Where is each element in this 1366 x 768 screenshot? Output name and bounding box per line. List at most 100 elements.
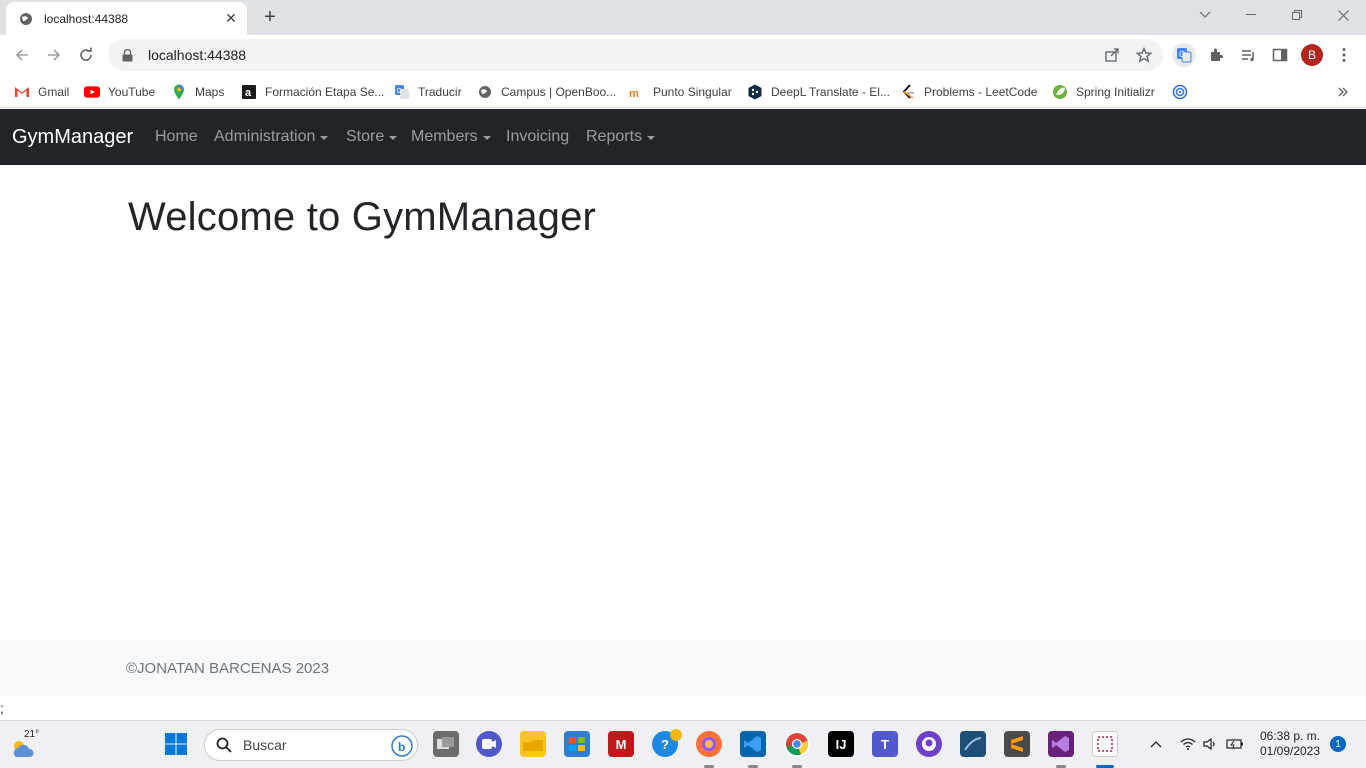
svg-text:b: b [398,740,405,754]
nav-home[interactable]: Home [155,128,198,146]
caret-down-icon [320,136,329,140]
nav-members[interactable]: Members [411,128,491,146]
vscode-icon[interactable] [740,731,766,757]
leetcode-icon [900,84,916,100]
close-window-icon[interactable] [1320,0,1366,30]
bookmark-star-icon[interactable] [1132,43,1156,67]
globe-icon [18,11,34,27]
browser-toolbar: localhost:44388 G [0,35,1366,75]
page-footer: ©JONATAN BARCENAS 2023 [0,640,1366,696]
nav-invoicing[interactable]: Invoicing [506,128,569,146]
puntosingular-icon: m [629,84,645,100]
lock-icon [120,48,134,62]
teams-icon[interactable]: T [872,731,898,757]
new-tab-button[interactable]: + [259,6,281,28]
notification-dot [670,729,682,741]
system-clock[interactable]: 06:38 p. m. 01/09/2023 [1255,729,1325,759]
bookmark-gmail[interactable]: Gmail [14,82,69,102]
google-translate-extension-icon[interactable]: G [1172,43,1196,67]
start-icon[interactable] [163,731,189,757]
bookmark-formacion[interactable]: a Formación Etapa Se... [241,82,384,102]
task-view-icon[interactable] [433,731,459,757]
main-content: Welcome to GymManager [0,165,1366,640]
globe-icon [477,84,493,100]
svg-text:a: a [245,87,252,99]
visual-studio-icon[interactable] [1048,731,1074,757]
chrome-icon[interactable] [784,731,810,757]
mysql-workbench-icon[interactable] [960,731,986,757]
svg-text:G: G [397,88,402,95]
app-navbar: GymManager Home Administration Store Mem… [0,109,1366,165]
close-tab-icon[interactable]: ✕ [223,10,239,27]
restore-icon[interactable] [1274,0,1320,30]
translate-icon: G [394,84,410,100]
tab-search-icon[interactable] [1182,0,1228,30]
svg-text:m: m [629,88,639,98]
firefox-icon[interactable] [696,731,722,757]
maps-icon [171,84,187,100]
academy-icon: a [241,84,257,100]
windows-taskbar: 21° Buscar b M ? IJ T 06:38 p. m. 01/09/… [0,720,1366,768]
svg-text:G: G [1179,50,1185,59]
gmail-icon [14,84,30,100]
sublime-text-icon[interactable] [1004,731,1030,757]
reload-icon[interactable] [74,43,98,67]
caret-down-icon [389,136,398,140]
extensions-puzzle-icon[interactable] [1204,43,1228,67]
intellij-icon[interactable]: IJ [828,731,854,757]
bookmark-punto-singular[interactable]: m Punto Singular [629,82,732,102]
profile-avatar[interactable]: B [1301,44,1323,66]
nav-administration[interactable]: Administration [214,128,329,146]
search-placeholder: Buscar [243,737,287,753]
deepl-icon [747,84,763,100]
bookmark-leetcode[interactable]: Problems - LeetCode [900,82,1037,102]
spring-icon [1052,84,1068,100]
store-icon[interactable] [564,731,590,757]
bookmark-target[interactable] [1172,82,1196,102]
wifi-icon[interactable] [1179,735,1197,753]
browser-tab[interactable]: localhost:44388 ✕ [6,2,247,35]
bookmark-campus[interactable]: Campus | OpenBoo... [477,82,616,102]
github-desktop-icon[interactable] [916,731,942,757]
volume-icon[interactable] [1202,735,1220,753]
file-explorer-icon[interactable] [520,731,546,757]
stray-text: ; [0,700,4,716]
search-icon [215,736,233,754]
address-text: localhost:44388 [148,47,247,63]
weather-temp: 21° [24,729,40,740]
media-queue-icon[interactable] [1236,43,1260,67]
bookmark-maps[interactable]: Maps [171,82,224,102]
tab-title: localhost:44388 [44,11,129,26]
weather-widget[interactable]: 21° [10,729,40,759]
nav-store[interactable]: Store [346,128,398,146]
chevron-up-icon[interactable] [1147,735,1165,753]
address-bar[interactable]: localhost:44388 [108,39,1163,71]
bookmarks-overflow-icon[interactable] [1338,82,1348,102]
taskbar-search[interactable]: Buscar b [204,729,418,761]
nav-reports[interactable]: Reports [586,128,656,146]
share-icon[interactable] [1100,43,1124,67]
bookmark-deepl[interactable]: DeepL Translate - El... [747,82,890,102]
bookmark-spring[interactable]: Spring Initializr [1052,82,1155,102]
snipping-tool-icon[interactable] [1092,731,1118,757]
side-panel-icon[interactable] [1268,43,1292,67]
clock-time: 06:38 p. m. [1259,729,1321,743]
mcafee-icon[interactable]: M [608,731,634,757]
youtube-icon [84,84,100,100]
teams-chat-icon[interactable] [476,731,502,757]
bing-icon: b [391,735,413,762]
caret-down-icon [482,136,491,140]
tab-strip: localhost:44388 ✕ + [0,0,1366,35]
back-icon[interactable] [10,43,34,67]
battery-icon[interactable] [1226,735,1244,753]
kebab-menu-icon[interactable] [1332,43,1356,67]
bookmark-traducir[interactable]: G Traducir [394,82,462,102]
minimize-icon[interactable] [1228,0,1274,30]
target-icon [1172,84,1188,100]
notification-badge[interactable]: 1 [1330,736,1346,752]
bookmark-youtube[interactable]: YouTube [84,82,155,102]
bookmarks-bar: Gmail YouTube Maps a Formación Etapa Se.… [0,75,1366,108]
navbar-brand[interactable]: GymManager [12,126,133,149]
forward-icon[interactable] [42,43,66,67]
browser-chrome: localhost:44388 ✕ + localhost:44388 G B … [0,0,1366,109]
